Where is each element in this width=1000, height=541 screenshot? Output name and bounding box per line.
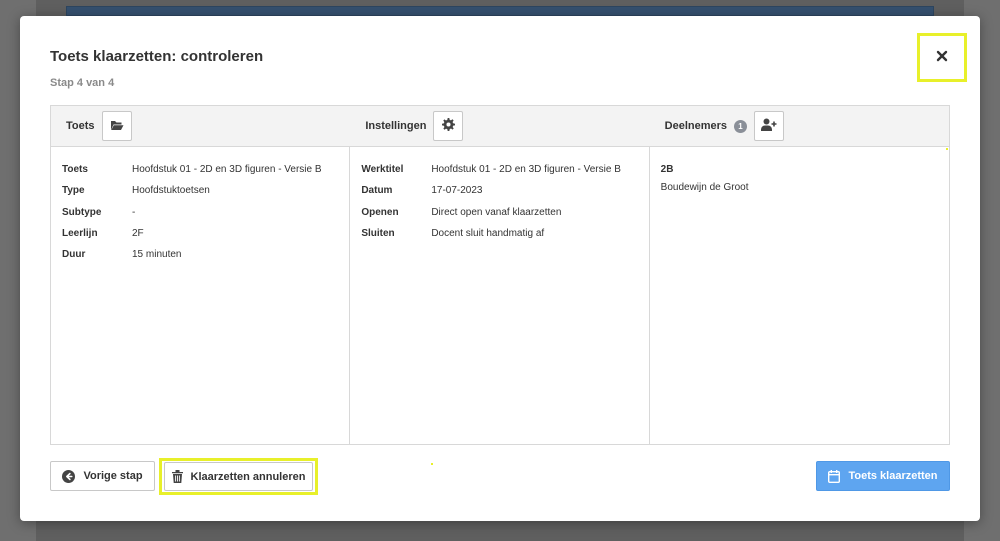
panel-header: Toets Instellingen Deelnemers 1 bbox=[51, 106, 949, 147]
page-topbar bbox=[66, 6, 934, 16]
header-toets: Toets bbox=[51, 106, 350, 146]
sluiten-row: Sluiten Docent sluit handmatig af bbox=[361, 227, 545, 239]
gear-icon bbox=[441, 118, 455, 134]
folder-open-icon bbox=[110, 119, 124, 134]
previous-step-button[interactable]: Vorige stap bbox=[50, 461, 155, 491]
type-row: Type Hoofdstuktoetsen bbox=[62, 185, 210, 197]
toets-row: Toets Hoofdstuk 01 - 2D en 3D figuren - V… bbox=[62, 164, 322, 175]
cancel-highlight: Klaarzetten annuleren bbox=[159, 458, 318, 495]
arrow-left-circle-icon bbox=[62, 469, 76, 483]
close-icon bbox=[936, 49, 948, 67]
participant-name: Boudewijn de Groot bbox=[660, 182, 749, 193]
open-toets-button[interactable] bbox=[101, 111, 132, 141]
submit-label: Toets klaarzetten bbox=[848, 470, 938, 482]
subtype-row: Subtype - bbox=[62, 206, 136, 218]
duur-row: Duur 15 minuten bbox=[62, 249, 182, 261]
instellingen-details: Werktitel Hoofdstuk 01 - 2D en 3D figuren… bbox=[350, 147, 650, 444]
settings-button[interactable] bbox=[433, 111, 464, 141]
step-indicator: Stap 4 van 4 bbox=[50, 77, 115, 89]
header-toets-label: Toets bbox=[66, 120, 95, 132]
header-instellingen-label: Instellingen bbox=[365, 120, 427, 132]
openen-row: Openen Direct open vanaf klaarzetten bbox=[361, 206, 562, 218]
submit-button[interactable]: Toets klaarzetten bbox=[816, 461, 950, 491]
header-deelnemers-label: Deelnemers bbox=[664, 120, 728, 132]
header-deelnemers: Deelnemers 1 bbox=[650, 106, 949, 146]
cancel-button[interactable]: Klaarzetten annuleren bbox=[164, 462, 313, 491]
user-plus-icon bbox=[761, 118, 777, 134]
header-instellingen: Instellingen bbox=[350, 106, 649, 146]
previous-step-label: Vorige stap bbox=[83, 470, 143, 482]
group-name: 2B bbox=[660, 164, 674, 175]
summary-panel: Toets Instellingen Deelnemers 1 Toets Ho… bbox=[50, 105, 950, 445]
calendar-icon bbox=[828, 469, 841, 483]
werktitel-row: Werktitel Hoofdstuk 01 - 2D en 3D figuren… bbox=[361, 164, 621, 175]
close-button[interactable] bbox=[917, 33, 967, 82]
modal-title: Toets klaarzetten: controleren bbox=[50, 48, 264, 65]
trash-icon bbox=[171, 470, 183, 483]
cancel-label: Klaarzetten annuleren bbox=[190, 470, 306, 483]
highlight-marker bbox=[431, 463, 433, 465]
modal-dialog: Toets klaarzetten: controleren Stap 4 va… bbox=[20, 16, 980, 521]
toets-details: Toets Hoofdstuk 01 - 2D en 3D figuren - V… bbox=[51, 147, 351, 444]
add-participant-button[interactable] bbox=[754, 111, 785, 141]
deelnemers-details: 2B Boudewijn de Groot bbox=[650, 147, 949, 444]
datum-row: Datum 17-07-2023 bbox=[361, 185, 483, 197]
leerlijn-row: Leerlijn 2F bbox=[62, 227, 144, 239]
panel-body: Toets Hoofdstuk 01 - 2D en 3D figuren - V… bbox=[51, 147, 949, 444]
participant-count-badge: 1 bbox=[734, 119, 748, 133]
